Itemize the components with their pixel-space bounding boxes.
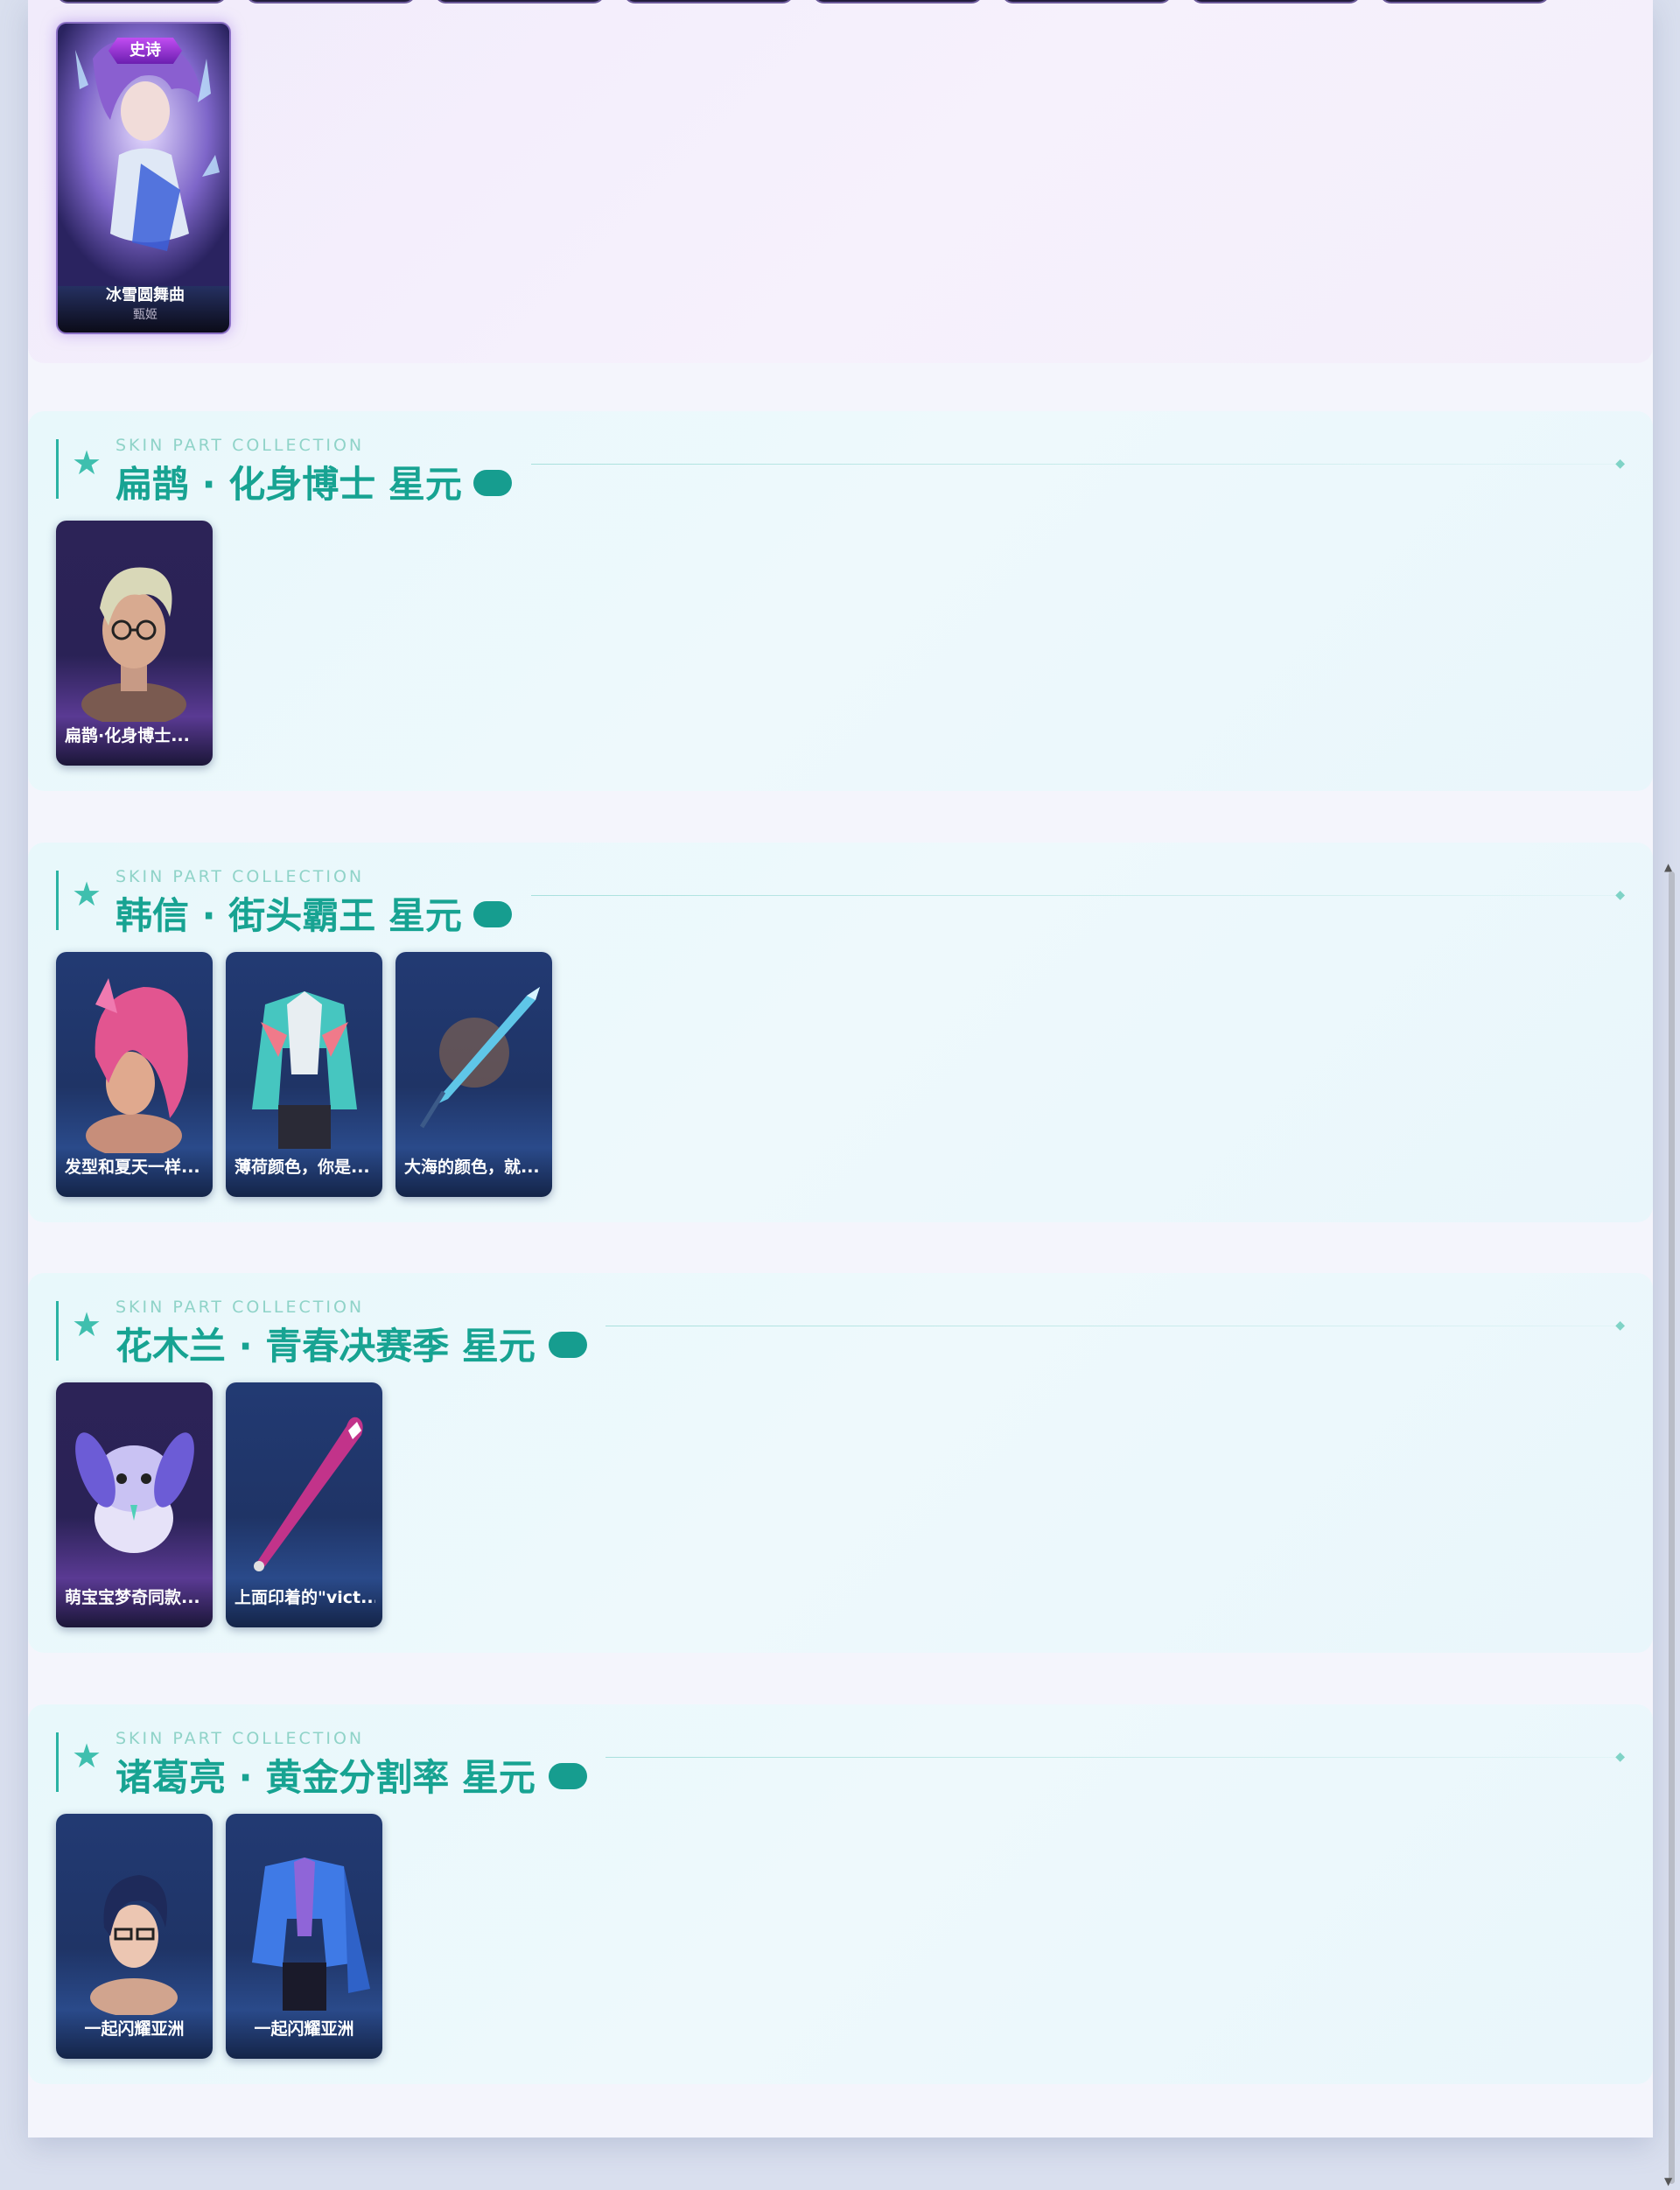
- epic-skin-card[interactable]: 史诗 冰雪圆舞曲 甄姬: [56, 22, 231, 334]
- mint-jacket-icon: [252, 991, 357, 1149]
- rarity-badge: 史诗: [108, 38, 182, 64]
- section-title: 花木兰 · 青春决赛季 星元: [116, 1325, 536, 1368]
- part-card-label: 萌宝宝梦奇同款...: [65, 1588, 200, 1607]
- star-icon: ★: [72, 1737, 102, 1775]
- count-badge: [473, 470, 512, 496]
- count-badge: [549, 1763, 587, 1789]
- part-card[interactable]: 大海的颜色，就...: [396, 952, 552, 1197]
- part-card[interactable]: 一起闪耀亚洲: [56, 1814, 213, 2059]
- scrollbar-thumb[interactable]: [1669, 871, 1675, 2184]
- section-subtitle: SKIN PART COLLECTION: [116, 1298, 365, 1317]
- section-accent-bar: [56, 1732, 59, 1792]
- part-card[interactable]: 扁鹊·化身博士...: [56, 521, 213, 766]
- epic-skin-section: 史诗 冰雪圆舞曲 甄姬: [28, 0, 1653, 363]
- part-card-label: 扁鹊·化身博士...: [65, 726, 190, 745]
- skin-card-partial[interactable]: [1379, 0, 1550, 3]
- section-accent-bar: [56, 871, 59, 930]
- section-divider: [606, 1757, 1618, 1758]
- section-title: 扁鹊 · 化身博士 星元: [116, 463, 462, 506]
- star-icon: ★: [72, 875, 102, 913]
- part-card-label: 一起闪耀亚洲: [254, 2019, 354, 2039]
- hero-head-dark-hair-icon: [90, 1875, 178, 2015]
- section-title: 诸葛亮 · 黄金分割率 星元: [116, 1756, 536, 1799]
- skin-part-section: ★ SKIN PART COLLECTION 诸葛亮 · 黄金分割率 星元 ◆ …: [28, 1704, 1653, 2084]
- diamond-icon: ◆: [1615, 457, 1625, 471]
- section-subtitle: SKIN PART COLLECTION: [116, 867, 365, 886]
- hero-name: 甄姬: [133, 308, 158, 322]
- part-card[interactable]: 发型和夏天一样...: [56, 952, 213, 1197]
- count-badge: [473, 901, 512, 927]
- section-subtitle: SKIN PART COLLECTION: [116, 436, 365, 455]
- star-icon: ★: [72, 444, 102, 482]
- skin-part-section: ★ SKIN PART COLLECTION 韩信 · 街头霸王 星元 ◆ 发型…: [28, 843, 1653, 1222]
- plush-bunny-icon: [75, 1432, 194, 1553]
- star-icon: ★: [72, 1305, 102, 1344]
- part-card[interactable]: 萌宝宝梦奇同款...: [56, 1382, 213, 1627]
- skin-part-section: ★ SKIN PART COLLECTION 扁鹊 · 化身博士 星元 ◆ 扁鹊…: [28, 411, 1653, 791]
- skin-card-partial[interactable]: [245, 0, 416, 3]
- skin-card-partial[interactable]: [434, 0, 606, 3]
- section-title: 韩信 · 街头霸王 星元: [116, 894, 462, 937]
- section-divider: [531, 464, 1618, 465]
- blue-suit-icon: [252, 1858, 370, 2011]
- scroll-down-arrow-icon[interactable]: ▼: [1664, 2175, 1672, 2187]
- skin-card-partial[interactable]: [1001, 0, 1172, 3]
- skin-card-partial[interactable]: [56, 0, 228, 3]
- pink-hair-icon: [86, 978, 188, 1153]
- spear-icon: [419, 987, 540, 1129]
- skin-card-partial[interactable]: [623, 0, 794, 3]
- skin-name: 冰雪圆舞曲: [106, 286, 185, 304]
- part-card[interactable]: 一起闪耀亚洲: [226, 1814, 382, 2059]
- diamond-icon: ◆: [1615, 888, 1625, 902]
- part-card[interactable]: 上面印着的"vict...: [226, 1382, 382, 1627]
- section-accent-bar: [56, 1301, 59, 1361]
- part-card-label: 一起闪耀亚洲: [84, 2019, 185, 2039]
- diamond-icon: ◆: [1615, 1319, 1625, 1333]
- skin-card-partial[interactable]: [1190, 0, 1362, 3]
- section-divider: [531, 895, 1618, 896]
- section-accent-bar: [56, 439, 59, 499]
- part-card[interactable]: 薄荷颜色，你是...: [226, 952, 382, 1197]
- skin-card-partial[interactable]: [812, 0, 984, 3]
- section-subtitle: SKIN PART COLLECTION: [116, 1729, 365, 1748]
- hero-head-glasses-icon: [81, 567, 186, 722]
- count-badge: [549, 1332, 587, 1358]
- page-container: 史诗 冰雪圆舞曲 甄姬 ★ SKIN PART COLLECTION 扁鹊 · …: [28, 0, 1653, 2138]
- diamond-icon: ◆: [1615, 1750, 1625, 1764]
- part-card-label: 发型和夏天一样...: [65, 1158, 200, 1177]
- part-card-label: 大海的颜色，就...: [404, 1158, 540, 1177]
- baseball-bat-icon: [254, 1417, 363, 1571]
- part-card-label: 薄荷颜色，你是...: [234, 1158, 370, 1177]
- skin-part-section: ★ SKIN PART COLLECTION 花木兰 · 青春决赛季 星元 ◆ …: [28, 1273, 1653, 1653]
- part-card-label: 上面印着的"vict...: [234, 1588, 375, 1607]
